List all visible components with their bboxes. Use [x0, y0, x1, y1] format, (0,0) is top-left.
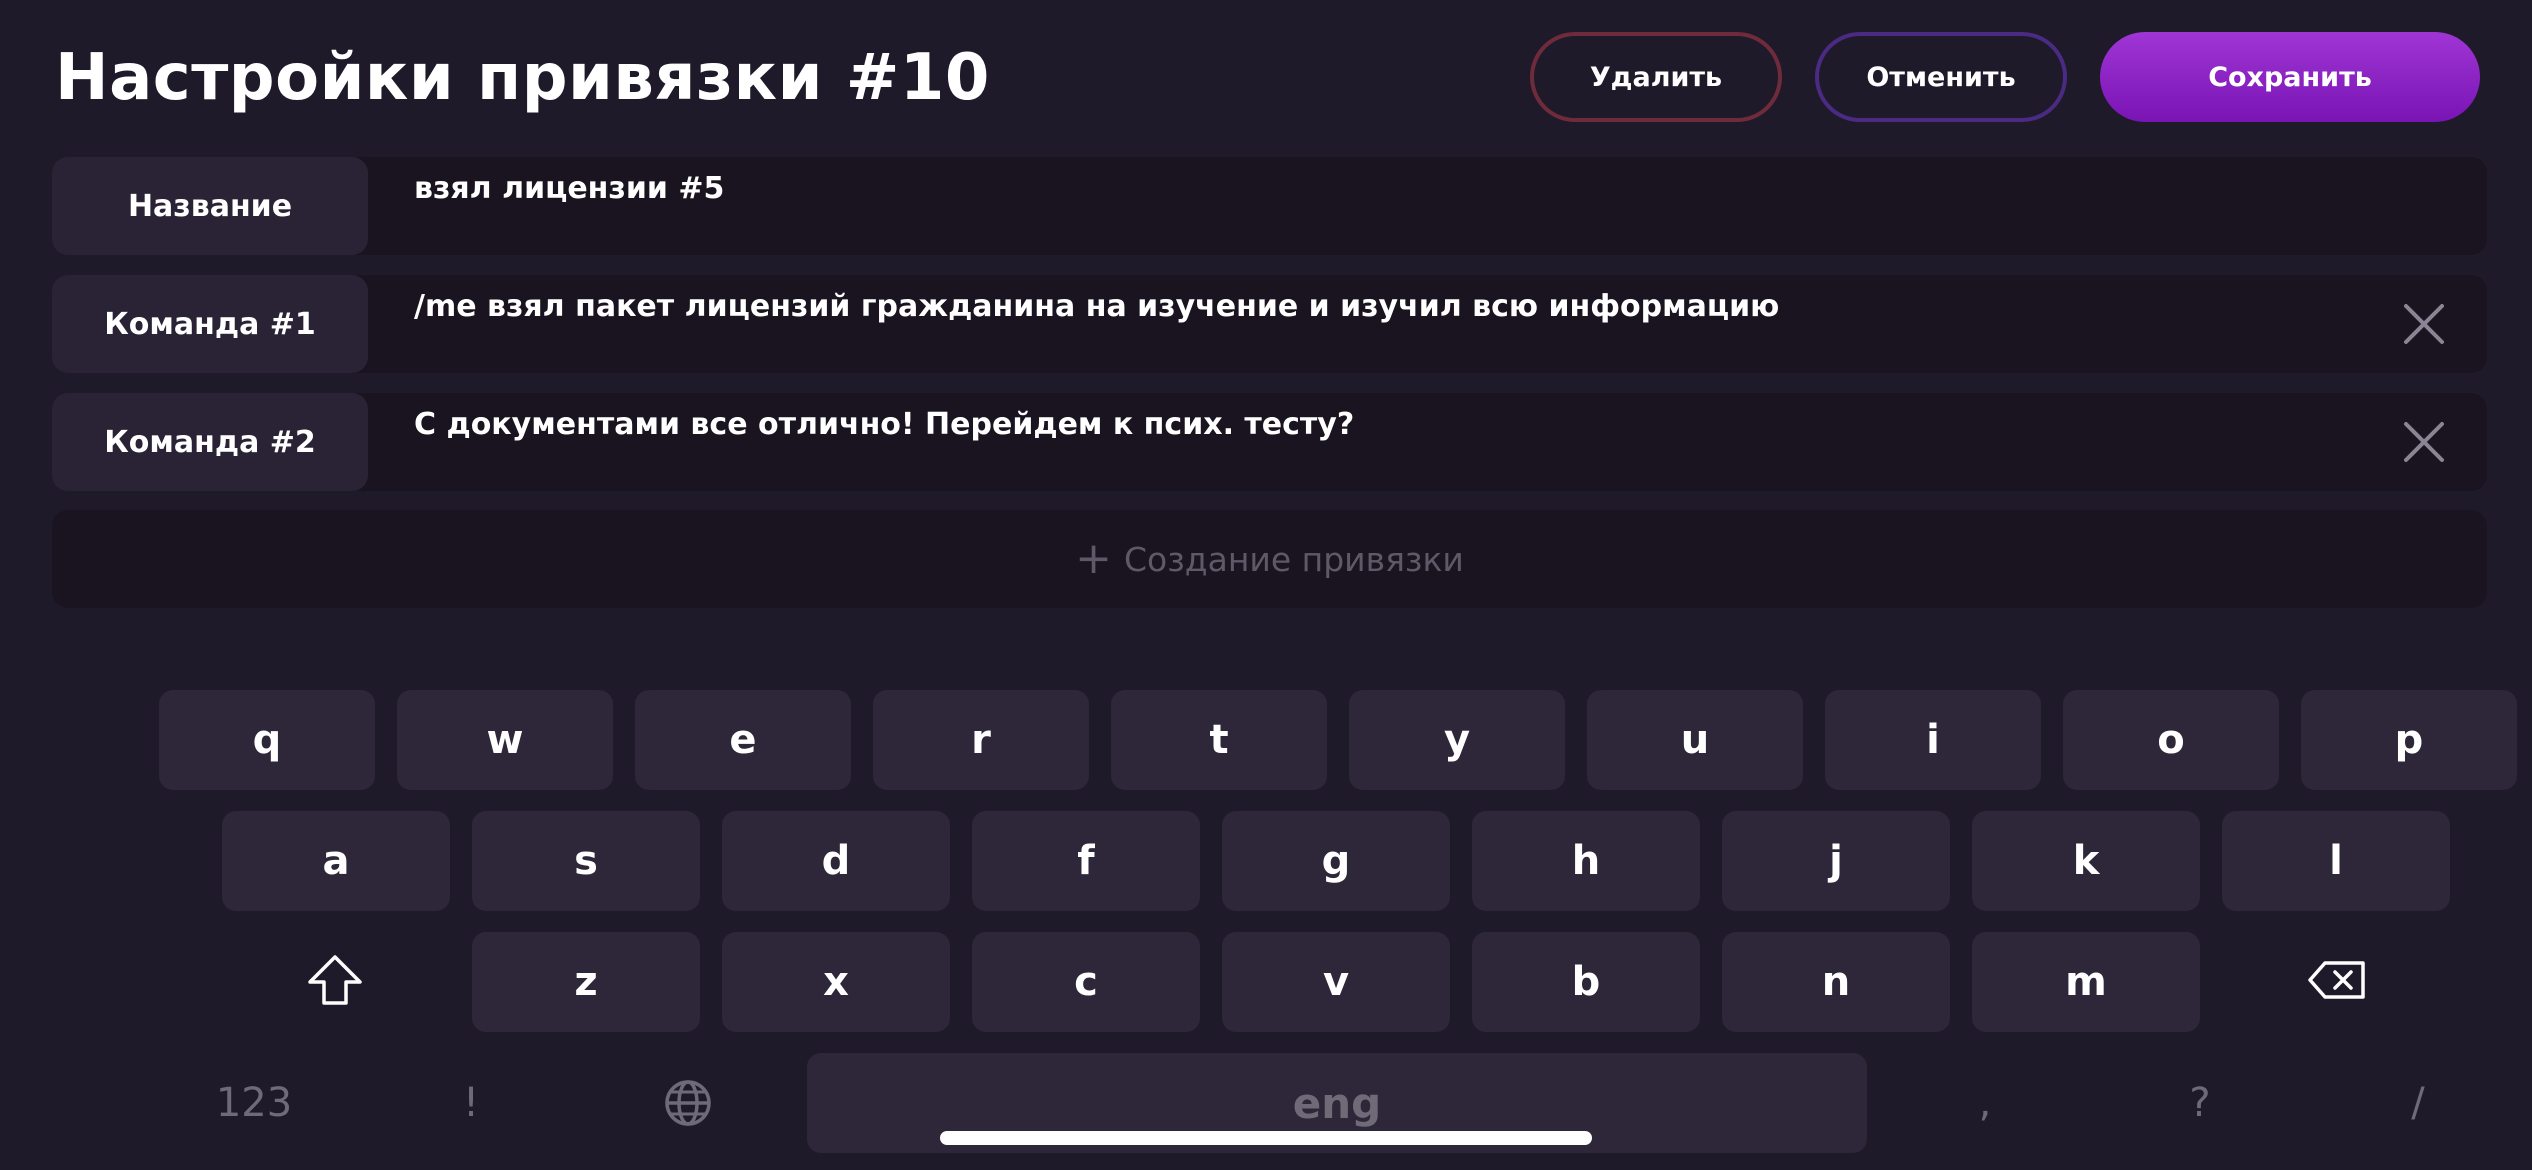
key-k[interactable]: k	[1972, 811, 2200, 911]
key-d[interactable]: d	[722, 811, 950, 911]
key-l[interactable]: l	[2222, 811, 2450, 911]
key-f[interactable]: f	[972, 811, 1200, 911]
command-1-input[interactable]: /me взял пакет лицензий гражданина на из…	[414, 289, 1779, 324]
command-2-label: Команда #2	[52, 393, 368, 491]
key-x[interactable]: x	[722, 932, 950, 1032]
home-indicator	[940, 1131, 1592, 1145]
remove-command-2-icon[interactable]	[2401, 419, 2447, 465]
create-binding-label: Создание привязки	[1124, 539, 1464, 579]
key-c[interactable]: c	[972, 932, 1200, 1032]
key-y[interactable]: y	[1349, 690, 1565, 790]
command-row-1: Команда #1 /me взял пакет лицензий гражд…	[52, 275, 2487, 373]
bind-settings-screen: Настройки привязки #10 Удалить Отменить …	[0, 0, 2532, 1170]
plus-icon: +	[1075, 533, 1113, 584]
delete-button[interactable]: Удалить	[1530, 32, 1782, 122]
language-key[interactable]	[638, 1053, 738, 1153]
key-q[interactable]: q	[159, 690, 375, 790]
command-2-input[interactable]: С документами все отлично! Перейдем к пс…	[414, 407, 1354, 442]
key-e[interactable]: e	[635, 690, 851, 790]
backspace-key[interactable]	[2287, 930, 2387, 1030]
exclamation-key[interactable]: !	[421, 1053, 521, 1153]
key-o[interactable]: o	[2063, 690, 2279, 790]
key-p[interactable]: p	[2301, 690, 2517, 790]
key-v[interactable]: v	[1222, 932, 1450, 1032]
create-binding-button[interactable]: + Создание привязки	[52, 510, 2487, 608]
key-a[interactable]: a	[222, 811, 450, 911]
question-key[interactable]: ?	[2150, 1053, 2250, 1153]
key-g[interactable]: g	[1222, 811, 1450, 911]
key-r[interactable]: r	[873, 690, 1089, 790]
slash-key[interactable]: /	[2368, 1053, 2468, 1153]
remove-command-1-icon[interactable]	[2401, 301, 2447, 347]
shift-key[interactable]	[285, 930, 385, 1030]
name-row: Название взял лицензии #5	[52, 157, 2487, 255]
key-w[interactable]: w	[397, 690, 613, 790]
name-label: Название	[52, 157, 368, 255]
command-1-label: Команда #1	[52, 275, 368, 373]
key-h[interactable]: h	[1472, 811, 1700, 911]
key-u[interactable]: u	[1587, 690, 1803, 790]
key-n[interactable]: n	[1722, 932, 1950, 1032]
backspace-icon	[2308, 961, 2365, 999]
name-input[interactable]: взял лицензии #5	[414, 171, 724, 206]
save-button[interactable]: Сохранить	[2100, 32, 2480, 122]
key-j[interactable]: j	[1722, 811, 1950, 911]
globe-icon	[665, 1080, 711, 1126]
key-i[interactable]: i	[1825, 690, 2041, 790]
comma-key[interactable]: ,	[1935, 1053, 2035, 1153]
page-title: Настройки привязки #10	[55, 41, 990, 115]
cancel-button[interactable]: Отменить	[1815, 32, 2067, 122]
key-b[interactable]: b	[1472, 932, 1700, 1032]
shift-icon	[308, 955, 362, 1005]
key-m[interactable]: m	[1972, 932, 2200, 1032]
key-z[interactable]: z	[472, 932, 700, 1032]
key-t[interactable]: t	[1111, 690, 1327, 790]
command-row-2: Команда #2 С документами все отлично! Пе…	[52, 393, 2487, 491]
key-s[interactable]: s	[472, 811, 700, 911]
numbers-key[interactable]: 123	[204, 1053, 304, 1153]
